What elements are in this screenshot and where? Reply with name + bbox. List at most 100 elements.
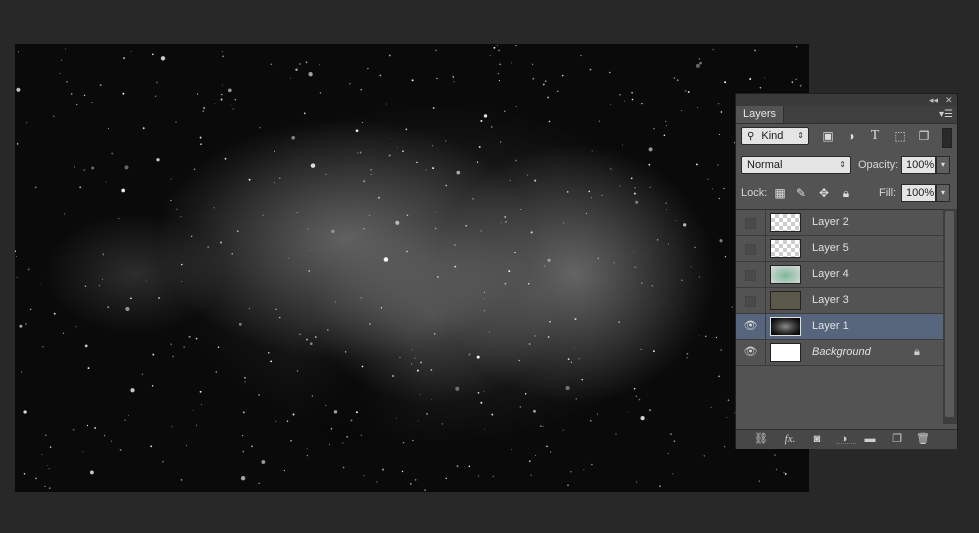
star bbox=[498, 49, 500, 52]
blend-mode-select[interactable]: Normal ⇕ bbox=[741, 156, 851, 174]
star bbox=[275, 308, 277, 310]
star bbox=[107, 127, 109, 129]
panel-title-bar[interactable]: ◂◂ ✕ bbox=[736, 94, 957, 106]
kind-filter-select[interactable]: ⚲ Kind ⇕ bbox=[741, 127, 809, 145]
panel-resize-grip[interactable] bbox=[836, 443, 856, 447]
star bbox=[672, 473, 674, 475]
star bbox=[83, 169, 86, 171]
star bbox=[48, 468, 50, 470]
star bbox=[500, 141, 502, 143]
star bbox=[221, 93, 223, 96]
fill-input[interactable]: 100% bbox=[901, 184, 936, 202]
star bbox=[395, 417, 397, 419]
layer-row-layer-3[interactable]: Layer 3 bbox=[736, 288, 943, 314]
star bbox=[357, 152, 359, 154]
star bbox=[308, 72, 313, 77]
star bbox=[624, 100, 625, 102]
star bbox=[694, 246, 696, 249]
star bbox=[570, 361, 573, 363]
star bbox=[360, 89, 362, 91]
star bbox=[528, 343, 531, 345]
star bbox=[111, 152, 114, 155]
star bbox=[591, 463, 593, 466]
opacity-slider-toggle[interactable]: ▾ bbox=[936, 156, 950, 174]
adjustment-filter-icon[interactable]: ◑ bbox=[844, 129, 858, 143]
shape-filter-icon[interactable]: ⬚ bbox=[893, 129, 907, 143]
filter-toggle[interactable] bbox=[942, 128, 952, 148]
add-mask-icon[interactable]: ◙ bbox=[808, 430, 826, 449]
star bbox=[220, 98, 223, 101]
star bbox=[610, 168, 612, 170]
star bbox=[360, 297, 362, 299]
visibility-toggle[interactable] bbox=[736, 262, 766, 287]
tab-layers[interactable]: Layers bbox=[736, 106, 785, 123]
star bbox=[221, 84, 223, 86]
opacity-input[interactable]: 100% bbox=[901, 156, 936, 174]
star bbox=[29, 308, 32, 311]
star bbox=[98, 284, 101, 287]
document-canvas[interactable] bbox=[15, 44, 809, 492]
smart-object-filter-icon[interactable]: ❐ bbox=[917, 129, 931, 143]
star bbox=[704, 335, 707, 338]
star bbox=[527, 174, 529, 176]
star bbox=[791, 81, 794, 83]
star bbox=[333, 410, 338, 414]
star bbox=[230, 104, 232, 106]
lock-position-icon[interactable]: ✥ bbox=[817, 186, 831, 200]
visibility-toggle[interactable]: 👁︎ bbox=[736, 314, 766, 339]
panel-menu-icon[interactable]: ▾☰ bbox=[939, 106, 953, 123]
type-filter-icon[interactable]: T bbox=[868, 129, 882, 143]
layer-row-background[interactable]: 👁︎ Background 🔒︎ bbox=[736, 340, 943, 366]
lock-transparent-pixels-icon[interactable]: ▦ bbox=[773, 186, 787, 200]
double-chevron-left-icon[interactable]: ◂◂ bbox=[929, 94, 938, 106]
star bbox=[530, 474, 532, 476]
star bbox=[720, 349, 723, 352]
link-layers-icon[interactable]: ⛓ bbox=[752, 430, 770, 449]
star bbox=[299, 333, 301, 335]
star bbox=[242, 450, 245, 453]
lock-image-pixels-icon[interactable]: ✎ bbox=[794, 186, 808, 200]
star bbox=[220, 241, 222, 244]
star bbox=[666, 125, 667, 127]
fx-icon[interactable]: fx. bbox=[781, 430, 799, 449]
visibility-toggle[interactable] bbox=[736, 288, 766, 313]
star bbox=[27, 268, 30, 271]
star bbox=[370, 168, 372, 171]
star bbox=[531, 63, 534, 65]
fill-slider-toggle[interactable]: ▾ bbox=[936, 184, 950, 202]
star bbox=[590, 420, 592, 422]
close-icon[interactable]: ✕ bbox=[945, 94, 953, 106]
star bbox=[695, 163, 698, 166]
star bbox=[749, 78, 752, 80]
star bbox=[476, 161, 479, 163]
layers-scrollbar[interactable] bbox=[943, 209, 957, 424]
star bbox=[515, 106, 517, 107]
star bbox=[414, 479, 417, 481]
scrollbar-thumb[interactable] bbox=[945, 211, 954, 417]
layer-row-layer-2[interactable]: Layer 2 bbox=[736, 210, 943, 236]
new-group-icon[interactable]: ▬ bbox=[861, 430, 879, 449]
layer-row-layer-1[interactable]: 👁︎ Layer 1 bbox=[736, 314, 943, 340]
new-layer-icon[interactable]: ❐ bbox=[888, 430, 906, 449]
filter-row: ⚲ Kind ⇕ ▣ ◑ T ⬚ ❐ bbox=[736, 127, 957, 149]
image-filter-icon[interactable]: ▣ bbox=[821, 129, 835, 143]
star bbox=[432, 167, 435, 170]
layer-row-layer-4[interactable]: Layer 4 bbox=[736, 262, 943, 288]
star bbox=[170, 199, 172, 202]
star bbox=[547, 258, 551, 262]
visibility-toggle[interactable] bbox=[736, 236, 766, 261]
visibility-toggle[interactable] bbox=[736, 210, 766, 235]
star bbox=[681, 279, 683, 281]
star bbox=[665, 208, 667, 210]
star bbox=[181, 263, 183, 266]
delete-layer-icon[interactable]: 🗑︎ bbox=[914, 430, 932, 449]
star bbox=[497, 73, 499, 75]
layer-row-layer-5[interactable]: Layer 5 bbox=[736, 236, 943, 262]
star bbox=[431, 145, 433, 147]
lock-all-icon[interactable]: 🔒︎ bbox=[839, 186, 853, 200]
star bbox=[477, 391, 480, 394]
star bbox=[409, 482, 412, 485]
star bbox=[303, 112, 306, 115]
visibility-toggle[interactable]: 👁︎ bbox=[736, 340, 766, 365]
star bbox=[388, 154, 391, 157]
